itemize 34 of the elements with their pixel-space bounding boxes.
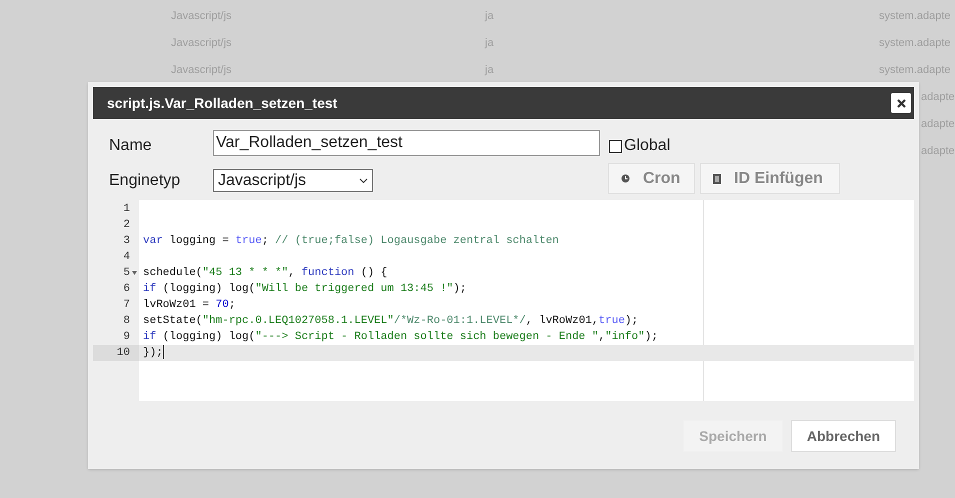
list-icon (713, 174, 721, 184)
close-button[interactable] (891, 93, 911, 113)
line-number: 7 (123, 299, 130, 311)
insert-id-button[interactable]: ID Einfügen (700, 163, 840, 194)
line-number: 3 (123, 235, 130, 247)
line-number: 6 (123, 283, 130, 295)
code-line: schedule("45 13 * * *", function () { (143, 267, 388, 279)
cron-button[interactable]: Cron (608, 163, 695, 194)
line-number: 8 (123, 315, 130, 327)
engine-dropdown[interactable]: Javascript/js (213, 169, 373, 192)
code-editor[interactable] (93, 200, 914, 401)
line-number: 10 (116, 347, 130, 359)
field-label: Enginetyp (109, 171, 180, 191)
code-line: setState("hm-rpc.0.LEQ1027058.1.LEVEL"/*Wz-Ro-01:1.LEVEL*/, lvRoWz01,true); (143, 315, 638, 327)
close-icon (896, 98, 906, 108)
global-checkbox[interactable]: Global (609, 134, 670, 158)
chevron-icon (359, 178, 368, 184)
line-number: 9 (123, 331, 130, 343)
window-title: script.js.Var_Rolladen_setzen_test (107, 94, 338, 113)
line-number: 1 (123, 203, 130, 215)
line-number: 2 (123, 219, 130, 231)
cancel-button[interactable]: Abbrechen (790, 420, 896, 452)
code-line: if (logging) log("---> Script - Rolladen sollte sich bewegen - Ende ","info"); (143, 331, 658, 343)
field-label: Name (109, 136, 152, 156)
line-number: 4 (123, 251, 130, 263)
code-line: }); (143, 347, 163, 359)
clock-icon (621, 174, 630, 183)
code-line: var logging = true; // (true;false) Logausgabe zentral schalten (143, 235, 559, 247)
line-number: 5 (123, 267, 130, 279)
text-cursor (162, 345, 164, 360)
name-field[interactable]: Var_Rolladen_setzen_test (213, 130, 600, 156)
fold-arrow-icon[interactable] (132, 271, 137, 275)
code-line: if (logging) log("Will be triggered um 13:45 !"); (143, 283, 466, 295)
code-line: lvRoWz01 = 70; (143, 299, 236, 311)
